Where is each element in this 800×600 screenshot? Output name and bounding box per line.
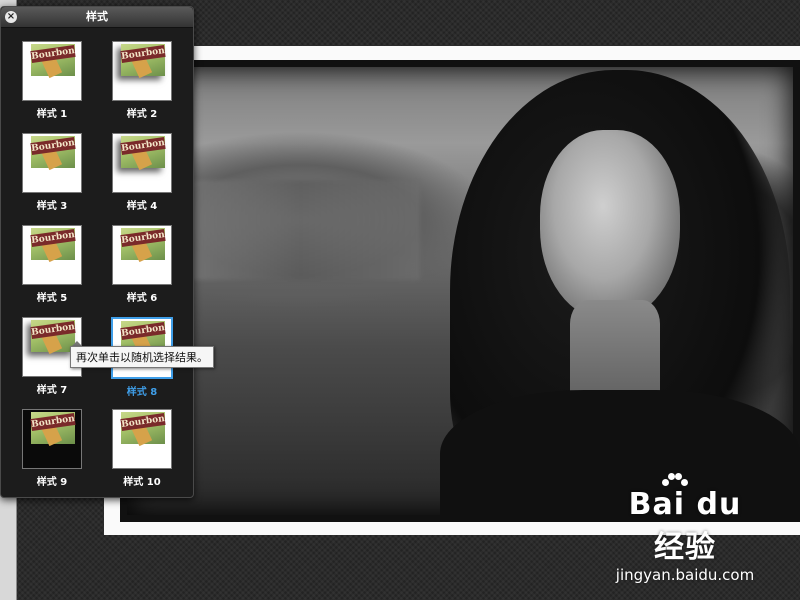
style-label: 样式 6	[126, 293, 158, 304]
watermark-logo: Bai du 经验	[628, 487, 742, 565]
blurred-city-background	[180, 180, 420, 280]
style-thumbnail: Bourbon	[112, 225, 172, 285]
canvas-frame	[104, 46, 800, 535]
style-label: 样式 7	[36, 385, 68, 396]
photo-preview	[120, 60, 800, 522]
style-label-selected: 样式 8	[126, 387, 158, 398]
style-label: 样式 5	[36, 293, 68, 304]
style-item-4[interactable]: Bourbon 样式 4	[101, 133, 183, 212]
style-panel: 样式 × Bourbon 样式 1 Bourbon 样式 2 Bourbon 样…	[0, 6, 194, 498]
baidu-watermark: Bai du 经验 jingyan.baidu.com	[610, 473, 760, 584]
style-thumbnail: Bourbon	[112, 41, 172, 101]
tooltip: 再次单击以随机选择结果。	[70, 346, 214, 368]
style-item-10[interactable]: Bourbon 样式 10	[101, 409, 183, 488]
style-item-5[interactable]: Bourbon 样式 5	[11, 225, 93, 304]
style-label: 样式 3	[36, 201, 68, 212]
style-item-3[interactable]: Bourbon 样式 3	[11, 133, 93, 212]
style-thumbnail: Bourbon	[22, 409, 82, 469]
style-thumbnail: Bourbon	[112, 409, 172, 469]
style-item-2[interactable]: Bourbon 样式 2	[101, 41, 183, 120]
panel-title: 样式	[1, 7, 193, 28]
style-thumbnail: Bourbon	[22, 41, 82, 101]
style-item-1[interactable]: Bourbon 样式 1	[11, 41, 93, 120]
paw-icon	[662, 473, 688, 493]
style-thumbnail: Bourbon	[22, 225, 82, 285]
style-label: 样式 2	[126, 109, 158, 120]
style-item-9[interactable]: Bourbon 样式 9	[11, 409, 93, 488]
style-item-6[interactable]: Bourbon 样式 6	[101, 225, 183, 304]
watermark-url: jingyan.baidu.com	[615, 566, 755, 584]
style-thumbnail: Bourbon	[112, 133, 172, 193]
style-label: 样式 10	[123, 477, 161, 488]
style-label: 样式 1	[36, 109, 68, 120]
close-icon[interactable]: ×	[5, 11, 17, 23]
style-thumbnail: Bourbon	[22, 133, 82, 193]
style-label: 样式 9	[36, 477, 68, 488]
style-label: 样式 4	[126, 201, 158, 212]
subject-face	[540, 130, 680, 320]
